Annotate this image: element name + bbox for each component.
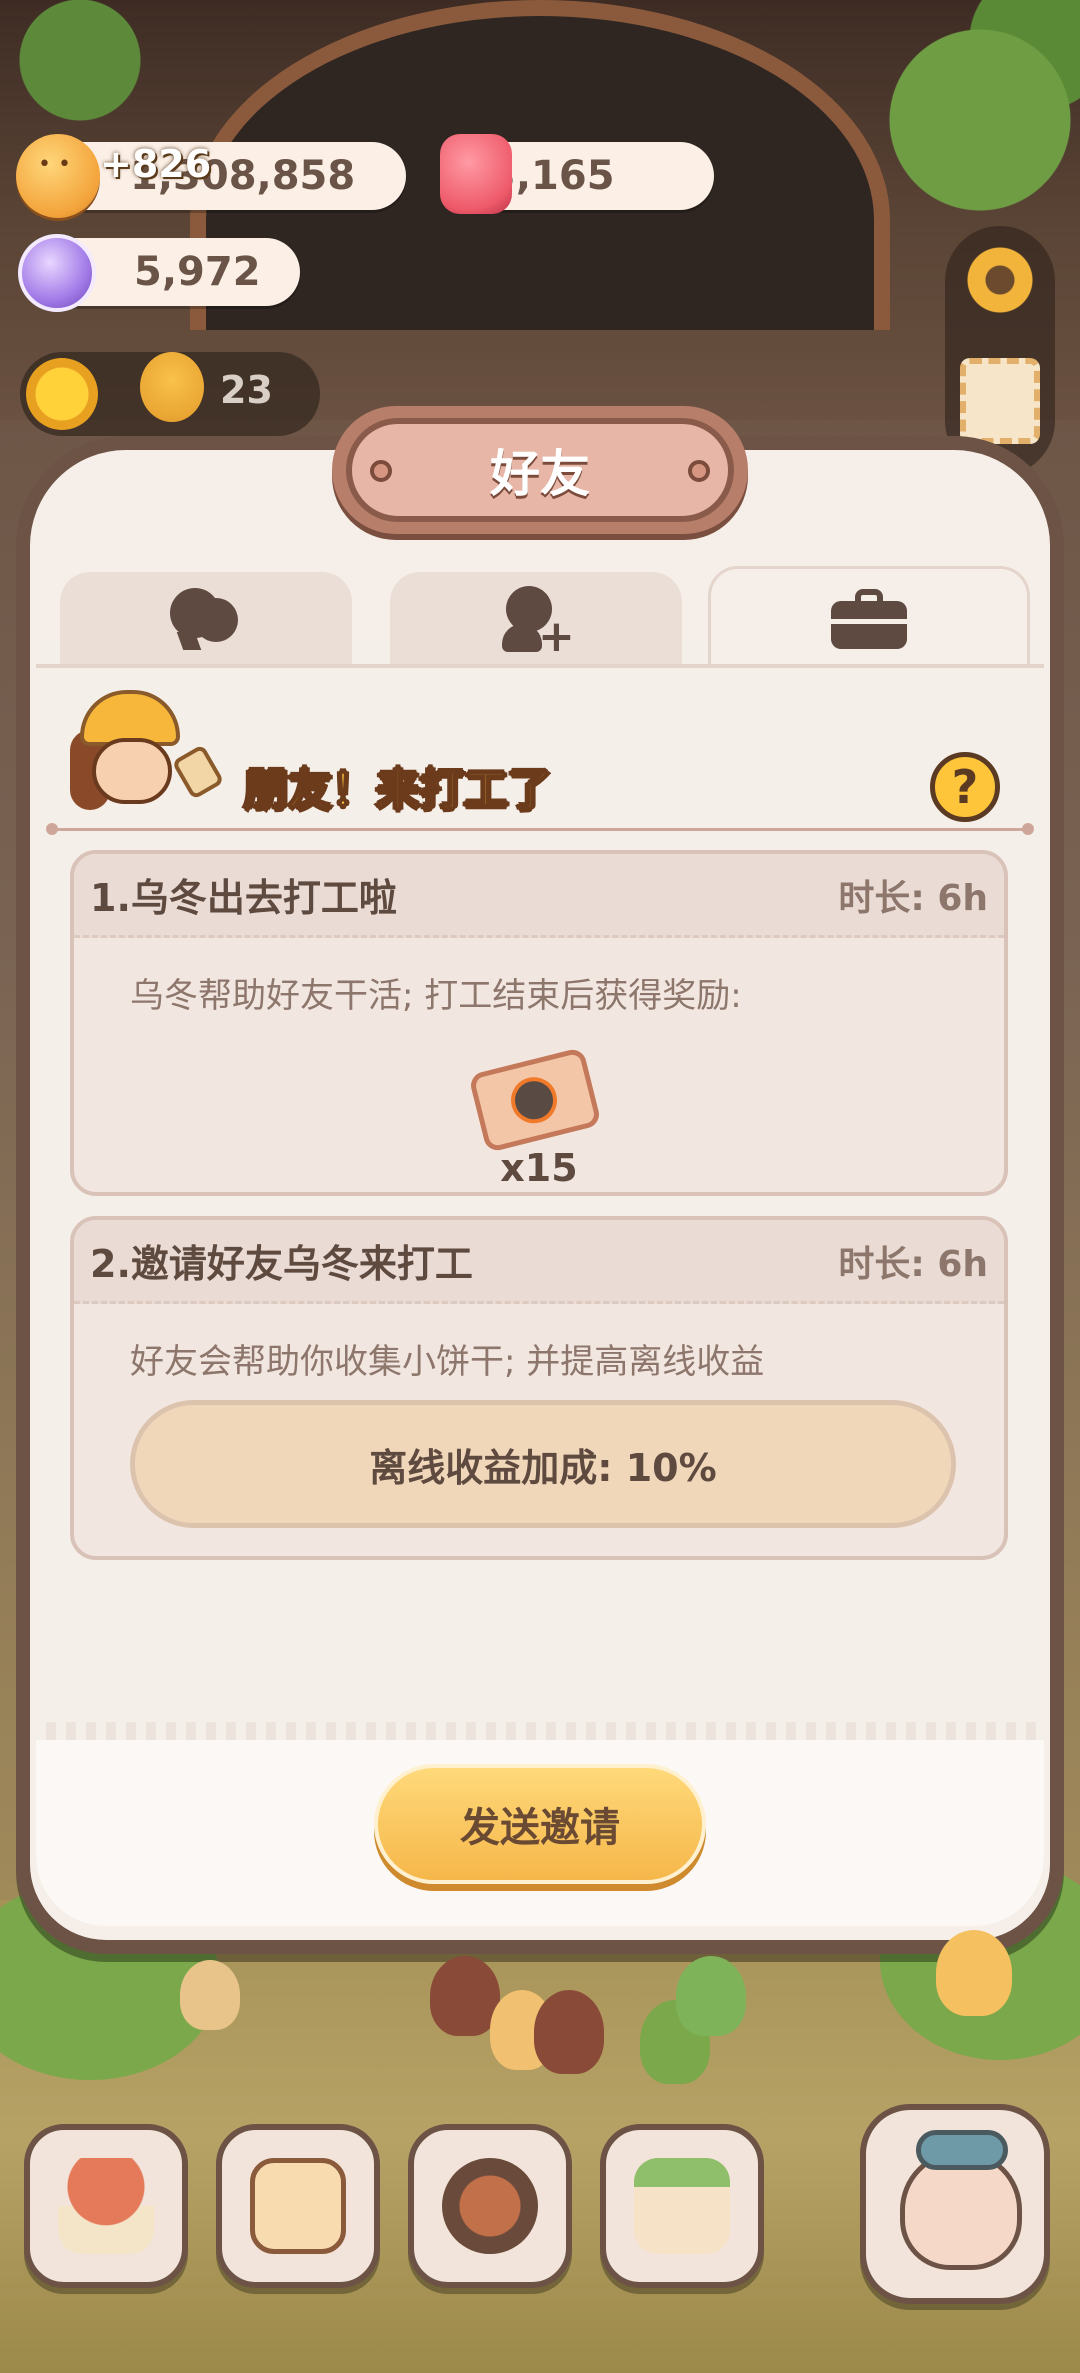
tab-friends[interactable] [60,572,352,668]
fish-icon [916,2130,1008,2170]
worker-character-icon [62,690,225,830]
work-banner: 朋友！来打工了 [243,764,553,817]
reward-quantity: x15 [500,1146,578,1190]
card-title: 2.邀请好友乌冬来打工 [90,1242,473,1286]
card-title: 1.乌冬出去打工啦 [90,876,397,920]
nav-calendar-button[interactable] [216,2124,380,2288]
cookie-recipe-icon [442,2158,538,2254]
tab-add-friend[interactable]: + [390,572,682,668]
cookie-head-icon [140,352,204,422]
sun-icon [26,358,98,430]
card-header: 1.乌冬出去打工啦 时长: 6h [74,854,1004,938]
cookie-character [676,1956,746,2036]
nail-icon [688,460,710,482]
tab-divider [36,664,1044,668]
candle-gem-icon [440,134,512,214]
card-description: 好友会帮助你收集小饼干; 并提高离线收益 [130,1342,765,1382]
candy-icon [18,234,96,312]
candy-value: 5,972 [134,249,261,295]
card-duration: 时长: 6h [838,877,988,919]
stamp-icon[interactable] [960,358,1040,444]
calendar-icon [250,2158,346,2254]
shop-stall-icon [634,2158,730,2254]
nav-pet-button[interactable] [860,2104,1050,2304]
nail-icon [370,460,392,482]
card-header: 2.邀请好友乌冬来打工 时长: 6h [74,1220,1004,1304]
nav-shop-button[interactable] [600,2124,764,2288]
cookie-coin-icon [16,134,100,218]
chat-bubbles-icon [170,584,242,656]
coins-gain: +826 [100,142,212,186]
help-button[interactable]: ? [930,752,1000,822]
work-out-card: 1.乌冬出去打工啦 时长: 6h 乌冬帮助好友干活; 打工结束后获得奖励: x1… [70,850,1008,1196]
nav-cookie-button[interactable] [408,2124,572,2288]
briefcase-icon [831,588,907,649]
offline-bonus-bar: 离线收益加成: 10% [130,1400,956,1528]
invite-card: 2.邀请好友乌冬来打工 时长: 6h 好友会帮助你收集小饼干; 并提高离线收益 … [70,1216,1008,1560]
add-friend-icon: + [500,584,575,659]
card-description: 乌冬帮助好友干活; 打工结束后获得奖励: [130,976,742,1016]
nav-house-button[interactable] [24,2124,188,2288]
divider [46,823,1034,835]
tab-work[interactable] [708,566,1030,668]
send-invite-button[interactable]: 发送邀请 [374,1764,706,1884]
cookie-character [534,1990,604,2074]
ticket-icon [468,1046,602,1154]
cookie-character [936,1930,1012,2016]
gear-icon[interactable] [960,240,1040,320]
torn-edge [36,1722,1044,1740]
helper-count: 23 [220,368,273,412]
card-duration: 时长: 6h [838,1243,988,1285]
dialog-title: 好友 [346,418,734,522]
cookie-character [180,1960,240,2030]
mushroom-house-icon [58,2158,154,2254]
